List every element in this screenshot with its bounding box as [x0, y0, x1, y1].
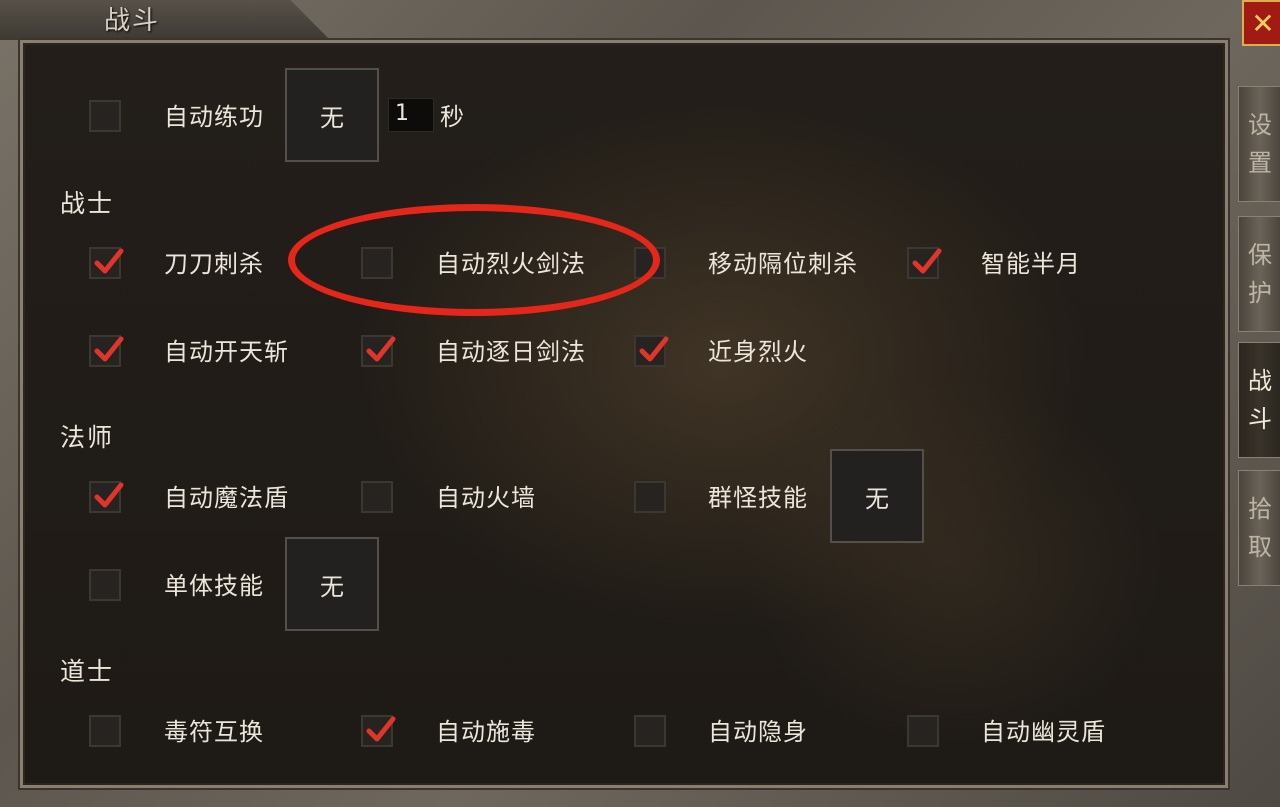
tab-protect-char-1: 保: [1248, 241, 1272, 269]
group-skill-checkbox[interactable]: [634, 481, 666, 513]
close-button[interactable]: ✕: [1242, 0, 1280, 46]
tab-settings-char-2: 置: [1248, 149, 1272, 177]
close-flame-label: 近身烈火: [708, 338, 808, 366]
magic-shield-checkbox[interactable]: [89, 481, 124, 513]
tab-pickup[interactable]: 拾 取: [1238, 470, 1280, 586]
auto-invisible-label: 自动隐身: [708, 718, 808, 746]
swap-talisman-label: 毒符互换: [164, 718, 264, 746]
tab-combat-char-2: 斗: [1248, 405, 1272, 433]
auto-poison-label: 自动施毒: [436, 718, 536, 746]
tab-protect[interactable]: 保 护: [1238, 216, 1280, 332]
tab-combat-char-1: 战: [1248, 367, 1272, 395]
sun-chase-checkbox[interactable]: [361, 335, 396, 367]
close-flame-checkbox[interactable]: [634, 335, 669, 367]
combat-settings-panel: [20, 40, 1228, 788]
close-icon: ✕: [1251, 6, 1275, 40]
single-skill-checkbox[interactable]: [89, 569, 121, 601]
seconds-unit: 秒: [440, 103, 465, 131]
auto-practice-checkbox[interactable]: [89, 100, 121, 132]
slash-label: 刀刀刺杀: [164, 250, 264, 278]
auto-practice-skill-value: 无: [320, 103, 344, 132]
tab-pickup-char-2: 取: [1248, 533, 1272, 561]
single-skill-value: 无: [320, 572, 344, 601]
sky-slash-checkbox[interactable]: [89, 335, 124, 367]
swap-talisman-checkbox[interactable]: [89, 715, 121, 747]
half-moon-label: 智能半月: [981, 250, 1081, 278]
auto-poison-checkbox[interactable]: [361, 715, 396, 747]
ghost-shield-checkbox[interactable]: [907, 715, 939, 747]
section-warrior: 战士: [60, 189, 115, 218]
auto-practice-label: 自动练功: [164, 103, 264, 131]
sky-slash-label: 自动开天斩: [164, 338, 289, 366]
section-mage: 法师: [60, 423, 115, 452]
tab-settings[interactable]: 设 置: [1238, 86, 1280, 202]
magic-shield-label: 自动魔法盾: [164, 484, 289, 512]
window-title: 战斗: [104, 6, 161, 36]
highlight-ellipse: [288, 204, 660, 316]
auto-invisible-checkbox[interactable]: [634, 715, 666, 747]
fire-wall-label: 自动火墙: [436, 484, 536, 512]
group-skill-label: 群怪技能: [708, 484, 808, 512]
group-skill-select[interactable]: 无: [830, 449, 924, 543]
single-skill-select[interactable]: 无: [285, 537, 379, 631]
title-bar: [0, 0, 330, 40]
sun-chase-label: 自动逐日剑法: [436, 338, 586, 366]
seconds-input[interactable]: 1: [388, 98, 434, 132]
tab-settings-char-1: 设: [1248, 111, 1272, 139]
section-taoist: 道士: [60, 657, 115, 686]
move-stab-label: 移动隔位刺杀: [708, 250, 858, 278]
half-moon-checkbox[interactable]: [907, 247, 942, 279]
auto-practice-skill-select[interactable]: 无: [285, 68, 379, 162]
single-skill-label: 单体技能: [164, 572, 264, 600]
slash-checkbox[interactable]: [89, 247, 124, 279]
tab-combat[interactable]: 战 斗: [1238, 342, 1280, 458]
tab-protect-char-2: 护: [1248, 279, 1272, 307]
fire-wall-checkbox[interactable]: [361, 481, 393, 513]
tab-pickup-char-1: 拾: [1248, 495, 1272, 523]
ghost-shield-label: 自动幽灵盾: [981, 718, 1106, 746]
group-skill-value: 无: [865, 484, 889, 513]
